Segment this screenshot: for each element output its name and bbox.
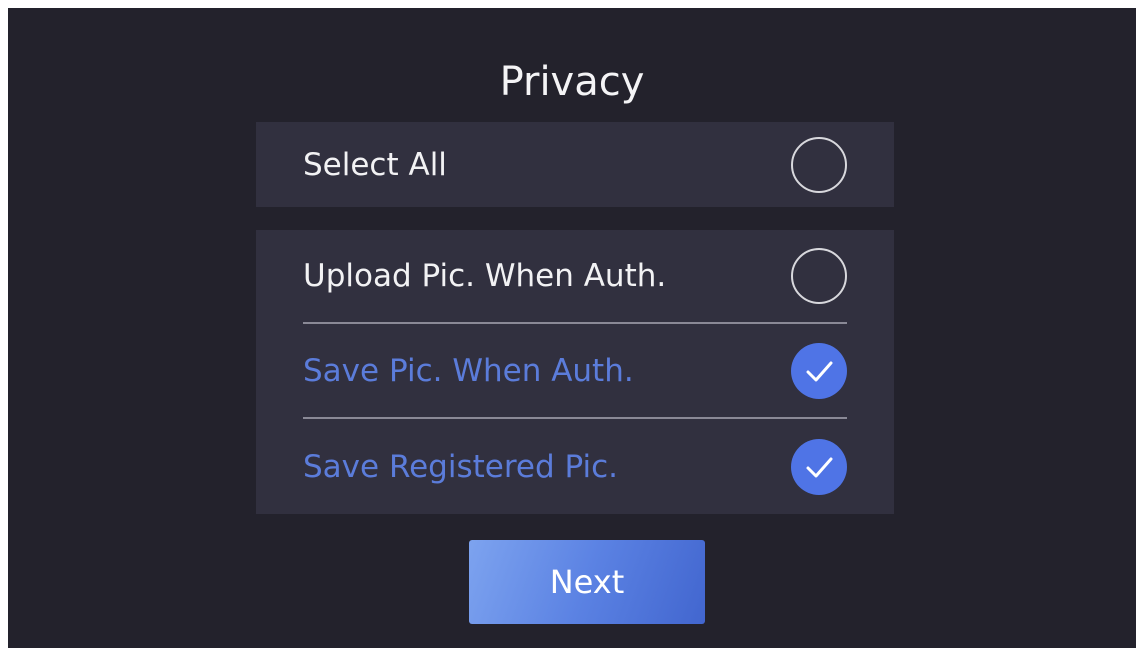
select-all-row[interactable]: Select All <box>303 122 847 207</box>
option-upload-pic-label: Upload Pic. When Auth. <box>303 258 667 294</box>
select-all-checkbox[interactable] <box>791 136 847 193</box>
option-save-pic-label: Save Pic. When Auth. <box>303 353 634 389</box>
checkmark-icon <box>806 457 833 478</box>
select-all-panel: Select All <box>256 122 894 207</box>
option-upload-pic-checkbox[interactable] <box>791 248 847 304</box>
next-button[interactable]: Next <box>469 540 705 624</box>
select-all-label: Select All <box>303 146 447 183</box>
checkmark-icon <box>806 361 833 382</box>
option-upload-pic-row[interactable]: Upload Pic. When Auth. <box>303 230 847 324</box>
option-save-pic-row[interactable]: Save Pic. When Auth. <box>303 325 847 419</box>
privacy-options-panel: Upload Pic. When Auth. Save Pic. When Au… <box>256 230 894 514</box>
page-title: Privacy <box>499 59 645 105</box>
privacy-screen: Privacy Select All Upload Pic. When Auth… <box>8 8 1136 648</box>
option-save-pic-checkbox[interactable] <box>791 343 847 399</box>
option-save-registered-pic-label: Save Registered Pic. <box>303 449 619 485</box>
option-save-registered-pic-checkbox[interactable] <box>791 439 847 495</box>
option-save-registered-pic-row[interactable]: Save Registered Pic. <box>303 420 847 514</box>
